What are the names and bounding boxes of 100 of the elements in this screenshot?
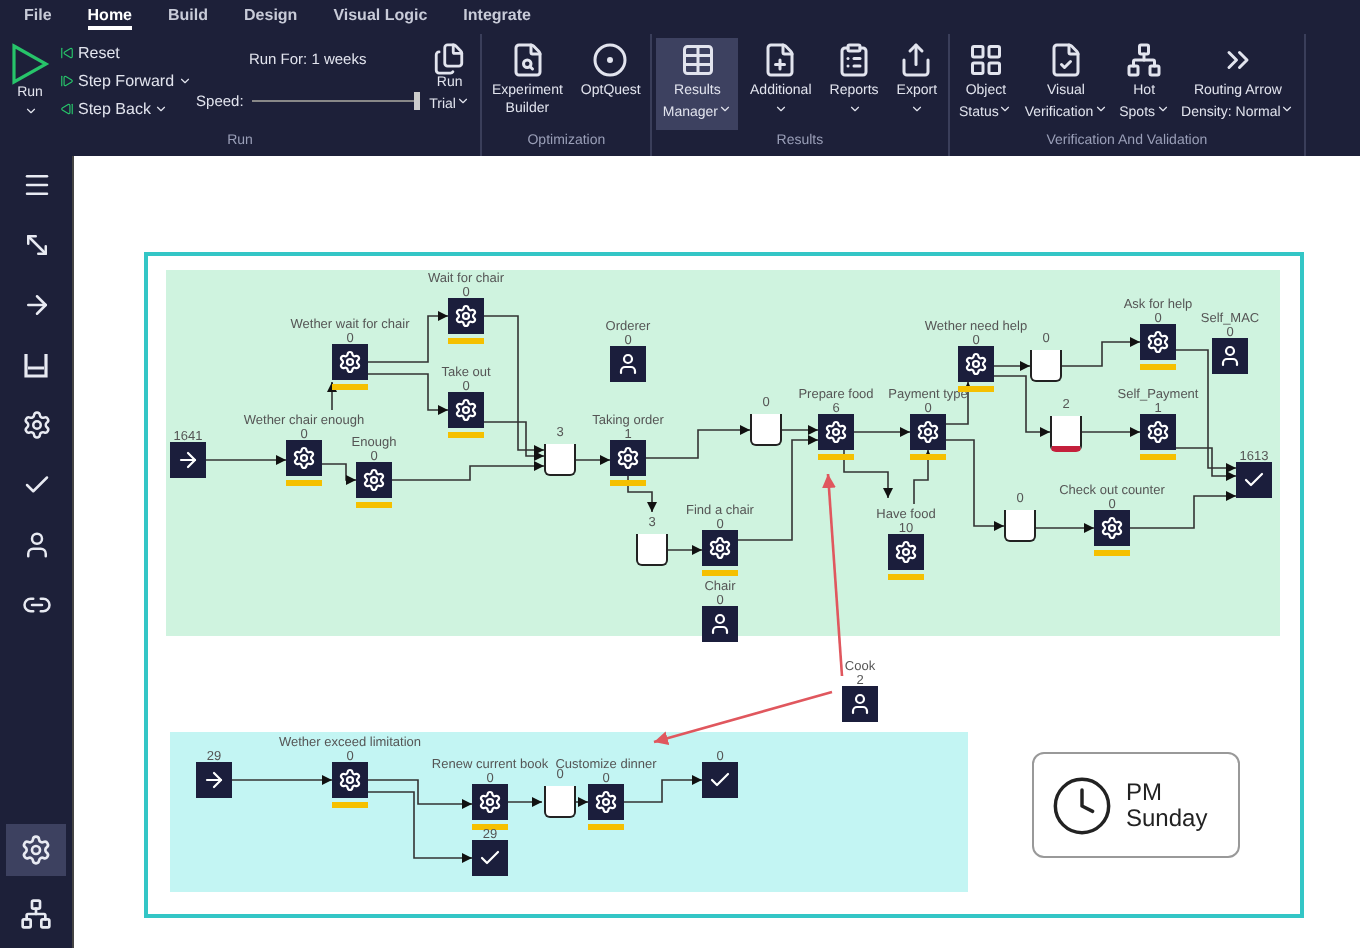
arrow-icon (176, 448, 200, 472)
menu-icon (21, 170, 51, 200)
connector-arrow (623, 775, 703, 803)
step-button[interactable]: Step Forward (60, 68, 193, 92)
menu-tab[interactable]: Home (87, 6, 133, 30)
connector-arrow (627, 475, 657, 513)
person-icon (848, 692, 872, 716)
share-icon (898, 42, 935, 78)
step-icon (60, 45, 74, 59)
utilization-bar (448, 432, 484, 438)
caret-icon (23, 103, 37, 117)
arrow-icon (21, 290, 51, 320)
gear-icon (616, 446, 640, 470)
menu-tab[interactable]: File (24, 6, 52, 30)
connector-arrow (843, 449, 893, 499)
connector-arrow (993, 361, 1031, 371)
target-icon (592, 42, 629, 78)
check-icon (708, 768, 732, 792)
gear-icon (964, 352, 988, 376)
check-icon (1242, 468, 1266, 492)
step-button[interactable]: Reset (60, 40, 193, 64)
connector-arrow (327, 381, 337, 411)
person-icon (21, 530, 51, 560)
utilization-bar (1140, 454, 1176, 460)
step-icon (60, 101, 74, 115)
caret-icon (718, 101, 733, 115)
gear-icon (338, 768, 362, 792)
utilization-bar (702, 570, 738, 576)
connector-arrow (945, 381, 973, 425)
connector-arrow (205, 455, 287, 465)
caret-icon (998, 101, 1013, 115)
connector-arrow (913, 449, 933, 505)
person-icon (616, 352, 640, 376)
play-icon (10, 42, 50, 86)
person-icon (1218, 344, 1242, 368)
caret-icon (847, 101, 862, 115)
utilization-bar (1094, 550, 1130, 556)
utilization-bar (332, 802, 368, 808)
clock-day: Sunday (1126, 805, 1208, 831)
utilization-bar (958, 386, 994, 392)
connector-arrow (853, 427, 911, 437)
sidebar-tool-button[interactable] (6, 824, 66, 876)
gear-icon (454, 304, 478, 328)
connector-arrow (667, 545, 703, 555)
caret-icon (773, 101, 788, 115)
check-icon (478, 846, 502, 870)
utilization-bar (910, 454, 946, 460)
utilization-bar (332, 384, 368, 390)
utilization-bar (286, 480, 322, 486)
gear-icon (454, 398, 478, 422)
utilization-bar (888, 574, 924, 580)
network-icon (1126, 42, 1163, 78)
connector-arrow (1061, 337, 1141, 367)
person-icon (708, 612, 732, 636)
gear-icon (1146, 420, 1170, 444)
menu-tab[interactable]: Visual Logic (333, 6, 428, 30)
utilization-bar (610, 480, 646, 486)
gear-icon (894, 540, 918, 564)
table-icon (679, 42, 716, 78)
files-icon (432, 42, 467, 76)
gear-icon (1100, 516, 1124, 540)
caret-icon (909, 101, 924, 115)
menu-tab[interactable]: Design (244, 6, 298, 30)
connector-arrow (321, 463, 357, 485)
connector-arrow (1035, 523, 1095, 533)
utilization-bar (448, 338, 484, 344)
utilization-bar (472, 824, 508, 830)
clock-icon (1050, 773, 1114, 837)
file-plus-icon (762, 42, 799, 78)
utilization-bar (356, 502, 392, 508)
utilization-bar (818, 454, 854, 460)
gear-icon (338, 350, 362, 374)
gear-icon (20, 834, 52, 866)
network-icon (20, 898, 52, 930)
step-button[interactable]: Step Back (60, 96, 193, 120)
menu-tab[interactable]: Build (168, 6, 209, 30)
connector-arrow (231, 775, 333, 785)
clock-period: PM (1126, 779, 1164, 805)
caret-icon (1093, 101, 1108, 115)
storage-icon (22, 351, 50, 379)
gear-icon (362, 468, 386, 492)
connector-arrow (367, 373, 449, 415)
slider-thumb[interactable] (413, 92, 420, 110)
caret-icon (1155, 101, 1170, 115)
connector-icon (21, 230, 51, 260)
arrow-icon (202, 768, 226, 792)
file-search-icon (509, 42, 546, 78)
gear-icon (824, 420, 848, 444)
caret-icon (1280, 101, 1295, 115)
connector-arrow (1081, 427, 1141, 437)
connector-arrow (575, 797, 589, 807)
menu-tab[interactable]: Integrate (463, 6, 531, 30)
connector-arrow (575, 455, 611, 465)
file-check-icon (1048, 42, 1084, 78)
utilization-bar (1140, 364, 1176, 370)
clipboard-icon (836, 42, 873, 78)
grid-icon (967, 42, 1004, 78)
gear-icon (916, 420, 940, 444)
gear-icon (292, 446, 316, 470)
gear-icon (21, 410, 51, 440)
